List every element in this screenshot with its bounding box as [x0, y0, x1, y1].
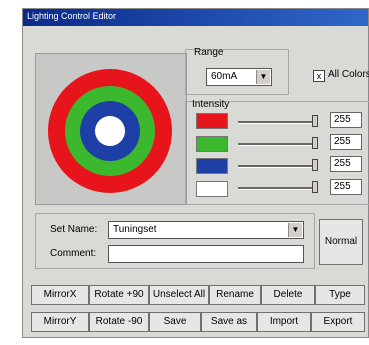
- all-colors-checkbox[interactable]: x: [313, 70, 325, 82]
- export-button[interactable]: Export: [311, 312, 365, 332]
- comment-label: Comment:: [50, 248, 97, 259]
- range-value: 60mA: [211, 71, 238, 82]
- slider-track-white[interactable]: [238, 187, 314, 190]
- slider-track-blue[interactable]: [238, 165, 314, 168]
- window-title: Lighting Control Editor: [27, 11, 117, 21]
- unselect-all-button[interactable]: Unselect All: [149, 285, 209, 305]
- value-white[interactable]: 255: [330, 179, 362, 195]
- chevron-down-icon[interactable]: ▼: [288, 223, 302, 237]
- type-button[interactable]: Type: [315, 285, 365, 305]
- lighting-editor-window: Lighting Control Editor Range 60mA ▼ x A…: [22, 8, 369, 338]
- save-button[interactable]: Save: [149, 312, 201, 332]
- ring-preview-canvas: [48, 69, 172, 193]
- slider-thumb-blue[interactable]: [312, 159, 318, 171]
- set-name-select[interactable]: Tuningset ▼: [108, 221, 304, 239]
- rotate-minus90-button[interactable]: Rotate -90: [89, 312, 149, 332]
- intensity-label: Intensity: [192, 99, 230, 110]
- all-colors-label: All Colors: [328, 69, 369, 80]
- rotate-plus90-button[interactable]: Rotate +90: [89, 285, 149, 305]
- range-label: Range: [194, 47, 224, 58]
- ring-white: [95, 116, 125, 146]
- slider-thumb-red[interactable]: [312, 115, 318, 127]
- set-group: Set Name: Tuningset ▼ Comment:: [35, 213, 315, 269]
- slider-thumb-white[interactable]: [312, 181, 318, 193]
- title-bar[interactable]: Lighting Control Editor: [23, 9, 368, 26]
- swatch-green: [196, 136, 228, 152]
- set-name-value: Tuningset: [113, 224, 157, 235]
- mirrorx-button[interactable]: MirrorX: [31, 285, 89, 305]
- value-green[interactable]: 255: [330, 134, 362, 150]
- intensity-group: Intensity 255 255 255 255: [185, 99, 369, 205]
- value-red[interactable]: 255: [330, 112, 362, 128]
- chevron-down-icon[interactable]: ▼: [256, 70, 270, 84]
- swatch-red: [196, 113, 228, 129]
- range-select[interactable]: 60mA ▼: [206, 68, 272, 86]
- slider-track-red[interactable]: [238, 121, 314, 124]
- range-group: Range 60mA ▼: [185, 47, 289, 95]
- comment-field[interactable]: [108, 245, 304, 263]
- ring-preview[interactable]: [35, 53, 187, 205]
- mirrory-button[interactable]: MirrorY: [31, 312, 89, 332]
- save-as-button[interactable]: Save as: [201, 312, 257, 332]
- swatch-blue: [196, 158, 228, 174]
- swatch-white: [196, 181, 228, 197]
- value-blue[interactable]: 255: [330, 156, 362, 172]
- import-button[interactable]: Import: [257, 312, 311, 332]
- delete-button[interactable]: Delete: [261, 285, 315, 305]
- slider-thumb-green[interactable]: [312, 137, 318, 149]
- normal-button[interactable]: Normal: [319, 219, 363, 265]
- rename-button[interactable]: Rename: [209, 285, 261, 305]
- set-name-label: Set Name:: [50, 224, 98, 235]
- slider-track-green[interactable]: [238, 143, 314, 146]
